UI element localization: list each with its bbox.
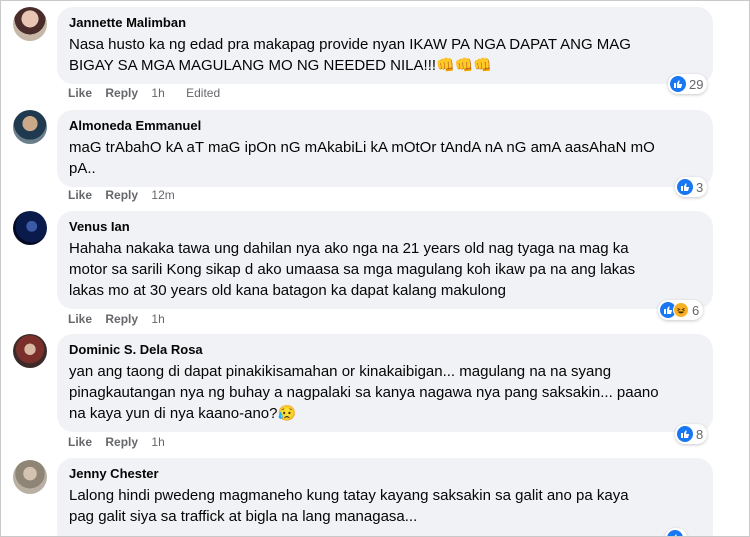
comments-panel: Jannette Malimban Nasa husto ka ng edad …: [0, 0, 750, 537]
like-reaction-icon: [677, 426, 693, 442]
comment-actions: Like Reply 1h: [68, 435, 183, 449]
comment-text: yan ang taong di dapat pinakikisamahan o…: [69, 363, 659, 422]
comment-timestamp[interactable]: 12m: [151, 188, 174, 202]
reaction-count: 6: [692, 302, 700, 318]
comment-bubble: Venus Ian Hahaha nakaka tawa ung dahilan…: [57, 211, 713, 309]
comment-author[interactable]: Almoneda Emmanuel: [69, 117, 701, 134]
comment-bubble: Jannette Malimban Nasa husto ka ng edad …: [57, 7, 713, 84]
avatar[interactable]: [13, 460, 47, 494]
haha-reaction-icon: [673, 302, 689, 318]
reply-button[interactable]: Reply: [105, 312, 138, 326]
reaction-summary[interactable]: 8: [675, 424, 708, 444]
comment-actions: Like Reply 1h Edited: [68, 86, 220, 100]
comment-text: Nasa husto ka ng edad pra makapag provid…: [69, 36, 631, 74]
comment-actions: Like Reply 1h: [68, 312, 183, 326]
comment-actions: Like Reply 12m: [68, 188, 193, 202]
reaction-summary[interactable]: 29: [668, 74, 708, 94]
comment-author[interactable]: Dominic S. Dela Rosa: [69, 341, 701, 358]
reaction-count: 8: [696, 426, 704, 442]
reaction-count: 29: [689, 76, 704, 92]
avatar[interactable]: [13, 211, 47, 245]
avatar[interactable]: [13, 110, 47, 144]
comment-text: maG trAbahO kA aT maG ipOn nG mAkabiLi k…: [69, 139, 655, 177]
like-button[interactable]: Like: [68, 435, 92, 449]
comment-text: Hahaha nakaka tawa ung dahilan nya ako n…: [69, 240, 636, 299]
edited-label: Edited: [186, 86, 221, 100]
comment-author[interactable]: Jenny Chester: [69, 465, 701, 482]
like-reaction-icon: [667, 530, 683, 536]
reaction-summary[interactable]: 3: [675, 177, 708, 197]
like-reaction-icon: [677, 179, 693, 195]
like-reaction-icon: [670, 76, 686, 92]
like-button[interactable]: Like: [68, 312, 92, 326]
comment-bubble: Dominic S. Dela Rosa yan ang taong di da…: [57, 334, 713, 432]
comment-bubble: Almoneda Emmanuel maG trAbahO kA aT maG …: [57, 110, 713, 187]
like-button[interactable]: Like: [68, 188, 92, 202]
comment-author[interactable]: Venus Ian: [69, 218, 701, 235]
comment-timestamp[interactable]: 1h: [151, 312, 164, 326]
avatar[interactable]: [13, 334, 47, 368]
avatar[interactable]: [13, 7, 47, 41]
comment-bubble: Jenny Chester Lalong hindi pwedeng magma…: [57, 458, 713, 536]
comment-author[interactable]: Jannette Malimban: [69, 14, 701, 31]
reply-button[interactable]: Reply: [105, 188, 138, 202]
reaction-count: 3: [696, 179, 704, 195]
comment-text: Lalong hindi pwedeng magmaneho kung tata…: [69, 487, 629, 525]
comment-timestamp[interactable]: 1h: [151, 435, 164, 449]
like-button[interactable]: Like: [68, 86, 92, 100]
reaction-summary[interactable]: 6: [658, 300, 704, 320]
comment-timestamp[interactable]: 1h: [151, 86, 164, 100]
reply-button[interactable]: Reply: [105, 86, 138, 100]
reply-button[interactable]: Reply: [105, 435, 138, 449]
